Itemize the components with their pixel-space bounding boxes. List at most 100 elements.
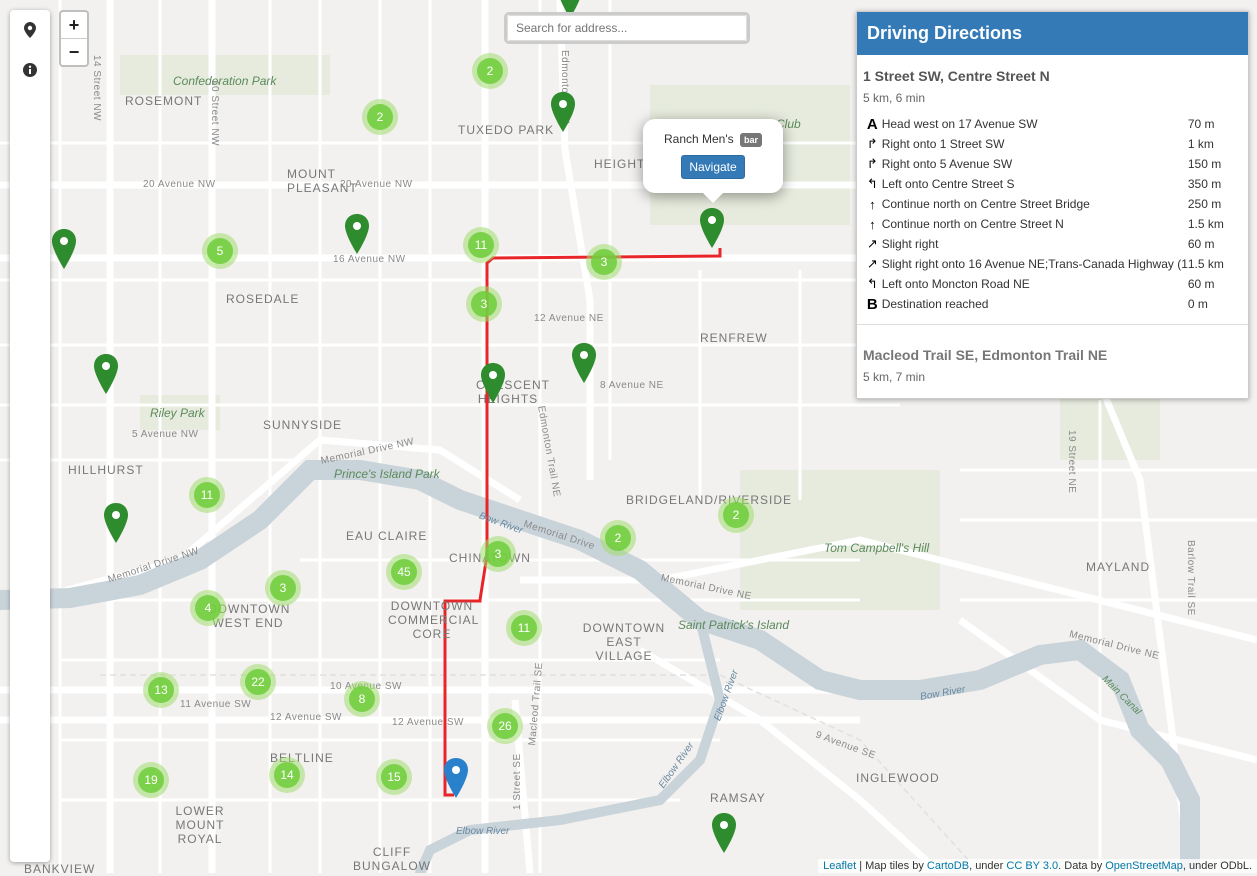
map-marker-icon[interactable] (51, 229, 77, 269)
marker-cluster[interactable]: 4 (190, 590, 226, 626)
route-step[interactable]: B Destination reached 0 m (863, 294, 1242, 314)
map-marker-icon[interactable] (550, 92, 576, 132)
slight-right-icon: ↗ (866, 236, 878, 251)
route-step[interactable]: ↰ Left onto Centre Street S 350 m (863, 174, 1242, 194)
step-text: Right onto 1 Street SW (881, 137, 1005, 151)
route-step[interactable]: ↗ Slight right onto 16 Avenue NE;Trans-Ca… (863, 254, 1242, 274)
cluster-count: 5 (207, 238, 233, 264)
marker-cluster[interactable]: 5 (202, 233, 238, 269)
step-distance: 1.5 km (1187, 257, 1224, 271)
map-marker-icon[interactable] (103, 503, 129, 543)
turn-left-icon: ↰ (866, 276, 878, 291)
step-distance: 1 km (1187, 137, 1214, 151)
marker-cluster[interactable]: 11 (506, 610, 542, 646)
map-marker-icon[interactable] (93, 354, 119, 394)
sidebar-tab-info[interactable] (10, 50, 50, 90)
cluster-count: 45 (391, 559, 417, 585)
marker-cluster[interactable]: 15 (376, 759, 412, 795)
cluster-count: 11 (511, 615, 537, 641)
turn-right-icon: ↱ (866, 156, 878, 171)
popup-title-row: Ranch Men's bar (643, 132, 783, 147)
step-distance: 150 m (1187, 157, 1222, 171)
start-point-icon: A (866, 115, 878, 133)
step-text: Continue north on Centre Street N (881, 217, 1064, 231)
marker-cluster[interactable]: 3 (265, 570, 301, 606)
route-option[interactable]: 1 Street SW, Centre Street N 5 km, 6 min… (857, 68, 1248, 314)
marker-popup: Ranch Men's bar Navigate (643, 119, 783, 203)
map-marker-icon[interactable] (480, 363, 506, 403)
marker-cluster[interactable]: 3 (586, 244, 622, 280)
popup-category-badge: bar (739, 133, 762, 147)
marker-cluster[interactable]: 11 (189, 477, 225, 513)
map-marker-icon[interactable] (711, 813, 737, 853)
zoom-out-button[interactable]: − (61, 39, 87, 65)
end-point-icon: B (866, 295, 878, 313)
step-text: Left onto Moncton Road NE (881, 277, 1030, 291)
marker-cluster[interactable]: 45 (386, 554, 422, 590)
cluster-count: 2 (723, 502, 749, 528)
marker-cluster[interactable]: 13 (143, 672, 179, 708)
step-distance: 60 m (1187, 237, 1215, 251)
slight-right-icon: ↗ (866, 256, 878, 271)
start-marker-icon[interactable] (443, 758, 469, 798)
attribution-text: | Map tiles by (856, 860, 927, 872)
step-distance: 350 m (1187, 177, 1222, 191)
license-link[interactable]: CC BY 3.0 (1006, 860, 1058, 872)
cluster-count: 3 (270, 575, 296, 601)
marker-cluster[interactable]: 2 (362, 99, 398, 135)
marker-cluster[interactable]: 3 (466, 286, 502, 322)
cluster-count: 3 (471, 291, 497, 317)
route-steps: A Head west on 17 Avenue SW 70 m ↱ Right on… (863, 114, 1242, 314)
popup-title: Ranch Men's (663, 132, 734, 146)
sidebar-tab-markers[interactable] (10, 10, 50, 50)
marker-cluster[interactable]: 11 (463, 227, 499, 263)
osm-link[interactable]: OpenStreetMap (1105, 860, 1183, 872)
marker-cluster[interactable]: 2 (472, 53, 508, 89)
straight-arrow-icon: ↑ (869, 216, 876, 232)
cluster-count: 2 (477, 58, 503, 84)
search-input[interactable] (507, 15, 747, 41)
cluster-count: 4 (195, 595, 221, 621)
sidebar (10, 10, 50, 862)
marker-cluster[interactable]: 14 (269, 757, 305, 793)
marker-cluster[interactable]: 26 (487, 708, 523, 744)
route-divider (857, 324, 1248, 325)
map-attribution: Leaflet | Map tiles by CartoDB, under CC… (818, 859, 1257, 873)
route-step[interactable]: ↑ Continue north on Centre Street Bridge 2… (863, 194, 1242, 214)
cluster-count: 15 (381, 764, 407, 790)
route-step[interactable]: A Head west on 17 Avenue SW 70 m (863, 114, 1242, 134)
cluster-count: 2 (367, 104, 393, 130)
cluster-count: 8 (349, 686, 375, 712)
step-text: Left onto Centre Street S (881, 177, 1015, 191)
marker-cluster[interactable]: 22 (240, 664, 276, 700)
popup-tip (703, 193, 723, 203)
navigate-button[interactable]: Navigate (681, 155, 745, 179)
route-step[interactable]: ↗ Slight right 60 m (863, 234, 1242, 254)
marker-cluster[interactable]: 19 (133, 762, 169, 798)
straight-arrow-icon: ↑ (869, 196, 876, 212)
step-distance: 1.5 km (1187, 217, 1224, 231)
turn-right-icon: ↱ (866, 136, 878, 151)
directions-panel: Driving Directions 1 Street SW, Centre S… (856, 11, 1249, 399)
turn-left-icon: ↰ (866, 176, 878, 191)
route-step[interactable]: ↰ Left onto Moncton Road NE 60 m (863, 274, 1242, 294)
route-step[interactable]: ↑ Continue north on Centre Street N 1.5 km (863, 214, 1242, 234)
leaflet-link[interactable]: Leaflet (823, 860, 856, 872)
route-name: 1 Street SW, Centre Street N (863, 68, 1050, 84)
route-step[interactable]: ↱ Right onto 1 Street SW 1 km (863, 134, 1242, 154)
cluster-count: 13 (148, 677, 174, 703)
step-text: Continue north on Centre Street Bridge (881, 197, 1090, 211)
marker-cluster[interactable]: 2 (600, 520, 636, 556)
route-name: Macleod Trail SE, Edmonton Trail NE (863, 347, 1108, 363)
marker-cluster[interactable]: 8 (344, 681, 380, 717)
route-option-alternative[interactable]: Macleod Trail SE, Edmonton Trail NE 5 km… (857, 347, 1248, 384)
marker-cluster[interactable]: 2 (718, 497, 754, 533)
map-marker-icon[interactable] (344, 214, 370, 254)
zoom-in-button[interactable]: + (61, 12, 87, 39)
map-marker-icon[interactable] (571, 343, 597, 383)
route-step[interactable]: ↱ Right onto 5 Avenue SW 150 m (863, 154, 1242, 174)
map-marker-icon[interactable] (699, 208, 725, 248)
cluster-count: 19 (138, 767, 164, 793)
cartodb-link[interactable]: CartoDB (927, 860, 969, 872)
marker-cluster[interactable]: 3 (480, 536, 516, 572)
